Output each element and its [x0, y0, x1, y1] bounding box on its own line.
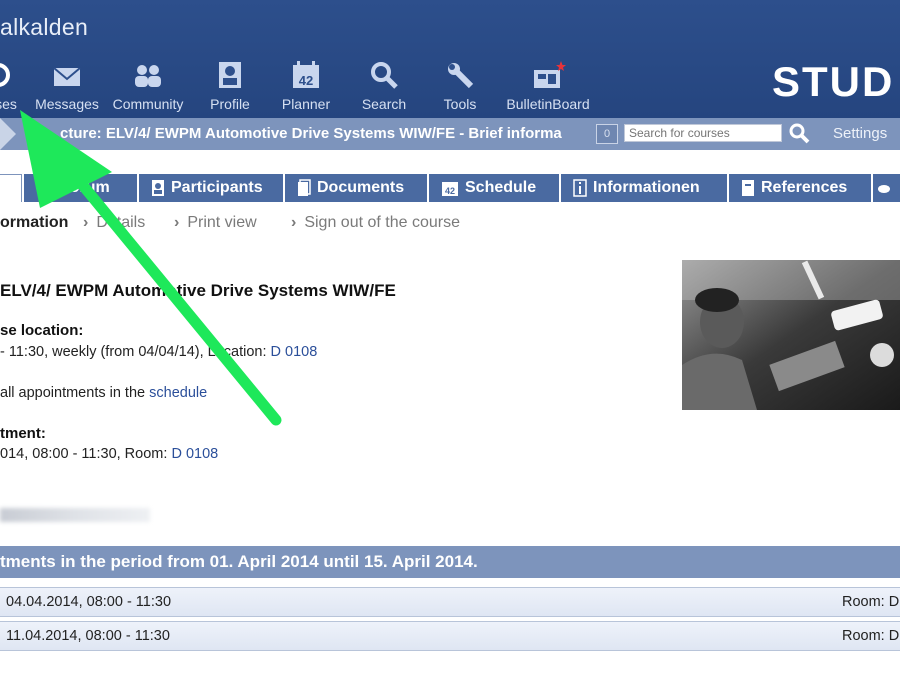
chevron-right-icon: ›	[83, 214, 89, 231]
info-icon	[573, 179, 587, 197]
nav-messages[interactable]: Messages	[32, 60, 102, 112]
nav-tools[interactable]: Tools	[435, 60, 485, 112]
tab-label: Schedule	[465, 179, 537, 196]
bulletin-board-icon	[534, 61, 566, 88]
subnav-label: Print view	[187, 214, 257, 231]
participants-icon	[152, 179, 164, 196]
schedule-prefix: all appointments in the	[0, 385, 150, 401]
magnifier-icon	[371, 62, 398, 89]
subnav-label: Details	[96, 214, 146, 231]
course-photo	[682, 260, 900, 410]
schedule-line: all appointments in the schedule	[0, 385, 207, 401]
time-location-heading: se location:	[0, 322, 84, 339]
wrench-icon	[448, 63, 474, 89]
subnav-sign-out[interactable]: › Sign out of the course	[291, 214, 460, 232]
nav-label: BulletinBoard	[506, 96, 590, 112]
svg-text:42: 42	[445, 186, 455, 196]
breadcrumb: cture: ELV/4/ EWPM Automotive Drive Syst…	[60, 125, 562, 142]
breadcrumb-arrow-icon	[0, 118, 16, 150]
chevron-right-icon: ›	[291, 214, 297, 231]
tab-label: Participants	[171, 179, 263, 196]
envelope-icon	[53, 67, 81, 86]
tab-label: Documents	[317, 179, 405, 196]
course-search-input[interactable]	[624, 124, 782, 142]
appointment-date: 11.04.2014, 08:00 - 11:30	[6, 628, 170, 644]
time-location-line: - 11:30, weekly (from 04/04/14), Locatio…	[0, 344, 317, 360]
tab-more[interactable]	[873, 174, 900, 202]
course-photo-image	[682, 260, 900, 410]
nav-courses[interactable]: ses	[0, 60, 20, 112]
book-icon	[742, 179, 754, 196]
more-icon	[878, 184, 890, 193]
tab-documents[interactable]: Documents	[285, 174, 428, 202]
calendar-icon: 42	[293, 61, 319, 88]
nav-label: Tools	[443, 96, 477, 112]
appointments-heading: tments in the period from 01. April 2014…	[0, 546, 900, 578]
people-icon	[135, 65, 161, 87]
nav-label: Profile	[210, 96, 250, 112]
search-button[interactable]	[788, 122, 810, 144]
nav-label: Search	[361, 96, 407, 112]
svg-text:42: 42	[299, 73, 313, 88]
room-link[interactable]: D 0108	[171, 446, 218, 462]
room-link[interactable]: D 0108	[271, 344, 318, 360]
table-row[interactable]: 11.04.2014, 08:00 - 11:30 Room: D	[0, 621, 900, 651]
appointment-room: Room: D	[842, 594, 900, 610]
tab-informationen[interactable]: Informationen	[561, 174, 728, 202]
next-appointment-heading: tment:	[0, 425, 46, 442]
tabs-band	[0, 150, 900, 174]
nav-label: Messages	[35, 96, 99, 112]
speech-bubble-icon	[36, 179, 54, 196]
tab-label: Informationen	[593, 179, 700, 196]
calendar-icon: 42	[442, 181, 458, 196]
table-row[interactable]: 04.04.2014, 08:00 - 11:30 Room: D	[0, 587, 900, 617]
nav-label: Community	[112, 96, 184, 112]
next-appointment-line: 014, 08:00 - 11:30, Room: D 0108	[0, 446, 218, 462]
tab-schedule[interactable]: 42 Schedule	[429, 174, 560, 202]
tab-label: Forum	[60, 179, 110, 196]
nav-community[interactable]: Community	[108, 60, 188, 112]
nav-profile[interactable]: Profile	[203, 60, 257, 112]
subnav-label: Sign out of the course	[304, 214, 460, 231]
tab-label: References	[761, 179, 848, 196]
brand-logo: STUD	[772, 58, 895, 105]
appointment-room: Room: D	[842, 628, 900, 644]
nav-label: Planner	[281, 96, 331, 112]
settings-link[interactable]: Settings	[833, 125, 887, 142]
subnav-details[interactable]: › Details	[83, 214, 145, 232]
app-header: alkalden ses Messages Community Profile	[0, 0, 900, 118]
subnav-print-view[interactable]: › Print view	[174, 214, 257, 232]
course-title: ELV/4/ EWPM Automotive Drive Systems WIW…	[0, 281, 396, 300]
appointment-date: 04.04.2014, 08:00 - 11:30	[6, 594, 172, 610]
chevron-right-icon: ›	[174, 214, 180, 231]
subnav-brief-information[interactable]: ormation	[0, 214, 68, 232]
magnifier-icon	[789, 123, 810, 144]
tab-overview[interactable]	[0, 174, 22, 202]
tab-references[interactable]: References	[729, 174, 872, 202]
blurred-lecturer-name	[0, 508, 150, 522]
tab-participants[interactable]: Participants	[139, 174, 284, 202]
documents-icon	[298, 179, 311, 196]
time-location-text: - 11:30, weekly (from 04/04/14), Locatio…	[0, 344, 271, 360]
count-badge: 0	[596, 124, 618, 144]
site-title: alkalden	[0, 14, 89, 40]
nav-label: ses	[0, 96, 17, 112]
next-appointment-text: 014, 08:00 - 11:30, Room:	[0, 446, 172, 462]
nav-bulletin-board[interactable]: BulletinBoard	[500, 60, 596, 112]
nav-planner[interactable]: 42 Planner	[276, 60, 336, 112]
courses-icon	[0, 63, 10, 87]
profile-icon	[219, 62, 241, 88]
schedule-link[interactable]: schedule	[149, 385, 207, 401]
tab-forum[interactable]: Forum	[24, 174, 138, 202]
nav-search[interactable]: Search	[355, 60, 413, 112]
